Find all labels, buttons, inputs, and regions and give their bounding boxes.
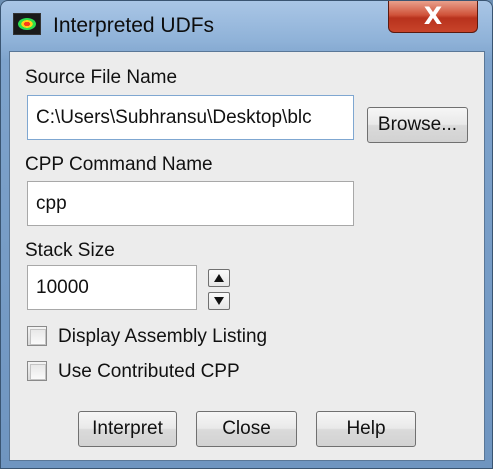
interpreted-udfs-dialog: Interpreted UDFs X Source File Name C:\U… (0, 0, 493, 469)
stack-size-label: Stack Size (25, 240, 115, 261)
stack-size-input[interactable]: 10000 (27, 265, 197, 310)
dialog-body: Source File Name C:\Users\Subhransu\Desk… (9, 51, 485, 461)
stack-size-increment-button[interactable] (208, 269, 230, 287)
source-file-input[interactable]: C:\Users\Subhransu\Desktop\blc (27, 95, 354, 140)
arrow-down-icon (214, 297, 224, 305)
window-title: Interpreted UDFs (53, 14, 215, 37)
display-assembly-label[interactable]: Display Assembly Listing (58, 326, 267, 348)
close-button[interactable]: Close (196, 411, 297, 447)
stack-size-decrement-button[interactable] (208, 292, 230, 310)
title-bar[interactable]: Interpreted UDFs X (1, 1, 492, 51)
source-file-label: Source File Name (25, 67, 178, 88)
display-assembly-checkbox[interactable] (27, 326, 47, 346)
interpret-button[interactable]: Interpret (78, 411, 177, 447)
contributed-cpp-checkbox[interactable] (27, 361, 47, 381)
arrow-up-icon (214, 274, 224, 282)
cpp-command-input[interactable]: cpp (27, 181, 354, 226)
help-button[interactable]: Help (316, 411, 416, 447)
fluent-app-icon (13, 13, 41, 35)
browse-button[interactable]: Browse... (367, 107, 468, 143)
contributed-cpp-label[interactable]: Use Contributed CPP (58, 361, 240, 383)
cpp-command-label: CPP Command Name (25, 154, 213, 175)
window-close-button[interactable]: X (388, 1, 478, 33)
